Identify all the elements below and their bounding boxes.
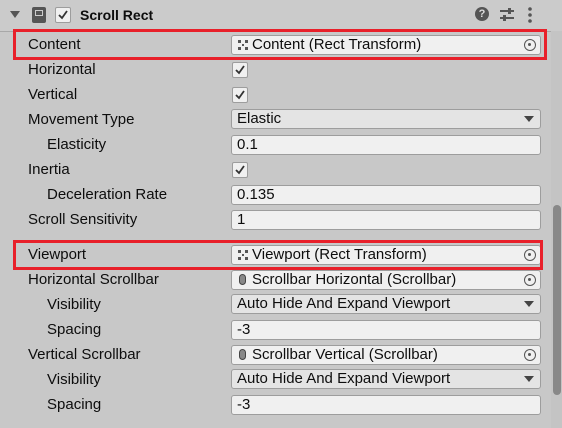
vertical-checkbox[interactable] bbox=[232, 87, 248, 103]
movement-type-label: Movement Type bbox=[28, 111, 135, 128]
vertical-scrollbar-field[interactable]: Scrollbar Vertical (Scrollbar) bbox=[231, 345, 541, 365]
horizontal-scrollbar-field[interactable]: Scrollbar Horizontal (Scrollbar) bbox=[231, 270, 541, 290]
foldout-arrow-icon[interactable] bbox=[10, 11, 20, 19]
elasticity-value: 0.1 bbox=[237, 136, 258, 153]
context-menu-icon[interactable] bbox=[528, 7, 532, 23]
scrollbar-icon bbox=[239, 274, 246, 285]
horizontal-scrollbar-value: Scrollbar Horizontal (Scrollbar) bbox=[252, 271, 457, 288]
vertical-label: Vertical bbox=[28, 86, 78, 103]
object-picker-icon[interactable] bbox=[524, 349, 536, 361]
component-title: Scroll Rect bbox=[80, 7, 154, 23]
inspector-scrollbar-thumb[interactable] bbox=[553, 205, 561, 395]
scroll-sensitivity-input[interactable]: 1 bbox=[231, 210, 541, 230]
v-spacing-label: Spacing bbox=[47, 396, 102, 413]
v-spacing-input[interactable]: -3 bbox=[231, 395, 541, 415]
h-visibility-dropdown[interactable]: Auto Hide And Expand Viewport bbox=[231, 294, 541, 314]
checkmark-icon bbox=[235, 165, 245, 175]
elasticity-label: Elasticity bbox=[47, 136, 107, 153]
viewport-highlight bbox=[13, 240, 543, 270]
h-visibility-label: Visibility bbox=[47, 296, 101, 313]
scrollbar-icon bbox=[239, 349, 246, 360]
v-spacing-value: -3 bbox=[237, 396, 251, 413]
scroll-sensitivity-label: Scroll Sensitivity bbox=[28, 211, 138, 228]
dropdown-arrow-icon bbox=[524, 301, 534, 307]
h-spacing-input[interactable]: -3 bbox=[231, 320, 541, 340]
scroll-sensitivity-value: 1 bbox=[237, 211, 246, 228]
content-highlight bbox=[13, 29, 547, 60]
inertia-checkbox[interactable] bbox=[232, 162, 248, 178]
vertical-scrollbar-value: Scrollbar Vertical (Scrollbar) bbox=[252, 346, 438, 363]
inertia-label: Inertia bbox=[28, 161, 70, 178]
v-visibility-value: Auto Hide And Expand Viewport bbox=[237, 370, 451, 387]
help-icon[interactable]: ? bbox=[475, 7, 489, 21]
vertical-scrollbar-label: Vertical Scrollbar bbox=[28, 346, 141, 363]
object-picker-icon[interactable] bbox=[524, 274, 536, 286]
deceleration-rate-input[interactable]: 0.135 bbox=[231, 185, 541, 205]
deceleration-rate-label: Deceleration Rate bbox=[47, 186, 168, 203]
checkmark-icon bbox=[235, 90, 245, 100]
v-visibility-dropdown[interactable]: Auto Hide And Expand Viewport bbox=[231, 369, 541, 389]
v-visibility-label: Visibility bbox=[47, 371, 101, 388]
h-visibility-value: Auto Hide And Expand Viewport bbox=[237, 295, 451, 312]
horizontal-label: Horizontal bbox=[28, 61, 96, 78]
presets-icon[interactable] bbox=[500, 8, 514, 22]
h-spacing-label: Spacing bbox=[47, 321, 102, 338]
component-header: Scroll Rect ? bbox=[0, 0, 562, 32]
h-spacing-value: -3 bbox=[237, 321, 251, 338]
component-enabled-checkbox[interactable] bbox=[55, 7, 71, 23]
deceleration-rate-value: 0.135 bbox=[237, 186, 275, 203]
dropdown-arrow-icon bbox=[524, 116, 534, 122]
movement-type-value: Elastic bbox=[237, 110, 282, 127]
movement-type-dropdown[interactable]: Elastic bbox=[231, 109, 541, 129]
horizontal-checkbox[interactable] bbox=[232, 62, 248, 78]
horizontal-scrollbar-label: Horizontal Scrollbar bbox=[28, 271, 159, 288]
elasticity-input[interactable]: 0.1 bbox=[231, 135, 541, 155]
checkmark-icon bbox=[235, 65, 245, 75]
scroll-rect-component-icon bbox=[32, 7, 46, 23]
dropdown-arrow-icon bbox=[524, 376, 534, 382]
